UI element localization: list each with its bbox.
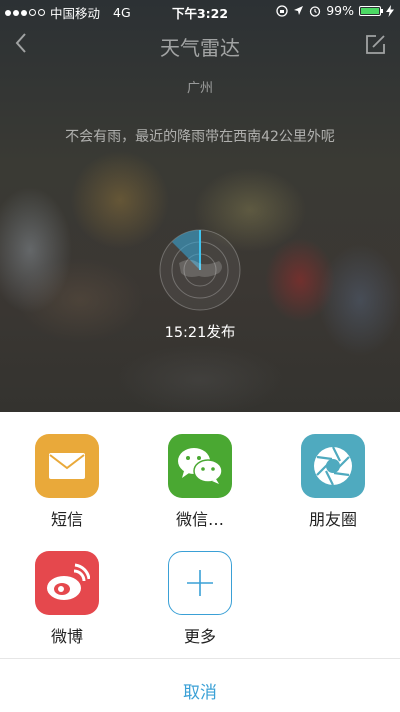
status-bar: 中国移动 4G 下午3:22 99%: [0, 0, 400, 22]
mail-icon: [49, 453, 85, 479]
publish-time: 15:21发布: [164, 325, 236, 341]
share-weibo[interactable]: 微博: [17, 551, 117, 647]
weibo-icon: [47, 563, 90, 600]
status-right: 99%: [276, 3, 394, 18]
city-label: 广州: [186, 81, 213, 96]
divider: [0, 658, 400, 659]
alarm-icon: [310, 5, 321, 17]
cancel-button[interactable]: 取消: [0, 678, 400, 703]
share-wechat-label: 微信…: [175, 510, 224, 529]
weibo-tile: [35, 551, 99, 615]
location-arrow-icon: [294, 6, 304, 15]
wechat-tile: [168, 434, 232, 498]
edit-button[interactable]: [364, 34, 386, 60]
share-sms-label: 短信: [50, 510, 83, 529]
sms-tile: [35, 434, 99, 498]
moments-tile: [301, 434, 365, 498]
page-title: 天气雷达: [160, 36, 240, 60]
battery-percent: 99%: [326, 3, 354, 18]
share-sheet: 短信 微信… 朋友圈 微博 更多 取消: [0, 412, 400, 712]
plus-icon: [187, 570, 213, 596]
edit-icon: [366, 35, 385, 54]
aperture-icon: [314, 446, 352, 486]
radar-icon: [159, 229, 241, 311]
share-wechat[interactable]: 微信…: [150, 434, 250, 530]
battery-icon: [359, 5, 383, 16]
share-more-label: 更多: [183, 627, 216, 646]
share-more[interactable]: 更多: [150, 551, 250, 647]
rain-message: 不会有雨，最近的降雨带在西南42公里外呢: [65, 129, 335, 145]
share-sms[interactable]: 短信: [17, 434, 117, 530]
charging-bolt-icon: [386, 4, 394, 17]
navigation-bar: 天气雷达: [0, 22, 400, 68]
wechat-icon: [178, 448, 223, 484]
share-moments[interactable]: 朋友圈: [283, 434, 383, 530]
more-tile: [168, 551, 232, 615]
share-weibo-label: 微博: [50, 627, 83, 646]
rotation-lock-icon: [276, 4, 288, 17]
share-moments-label: 朋友圈: [308, 510, 357, 529]
